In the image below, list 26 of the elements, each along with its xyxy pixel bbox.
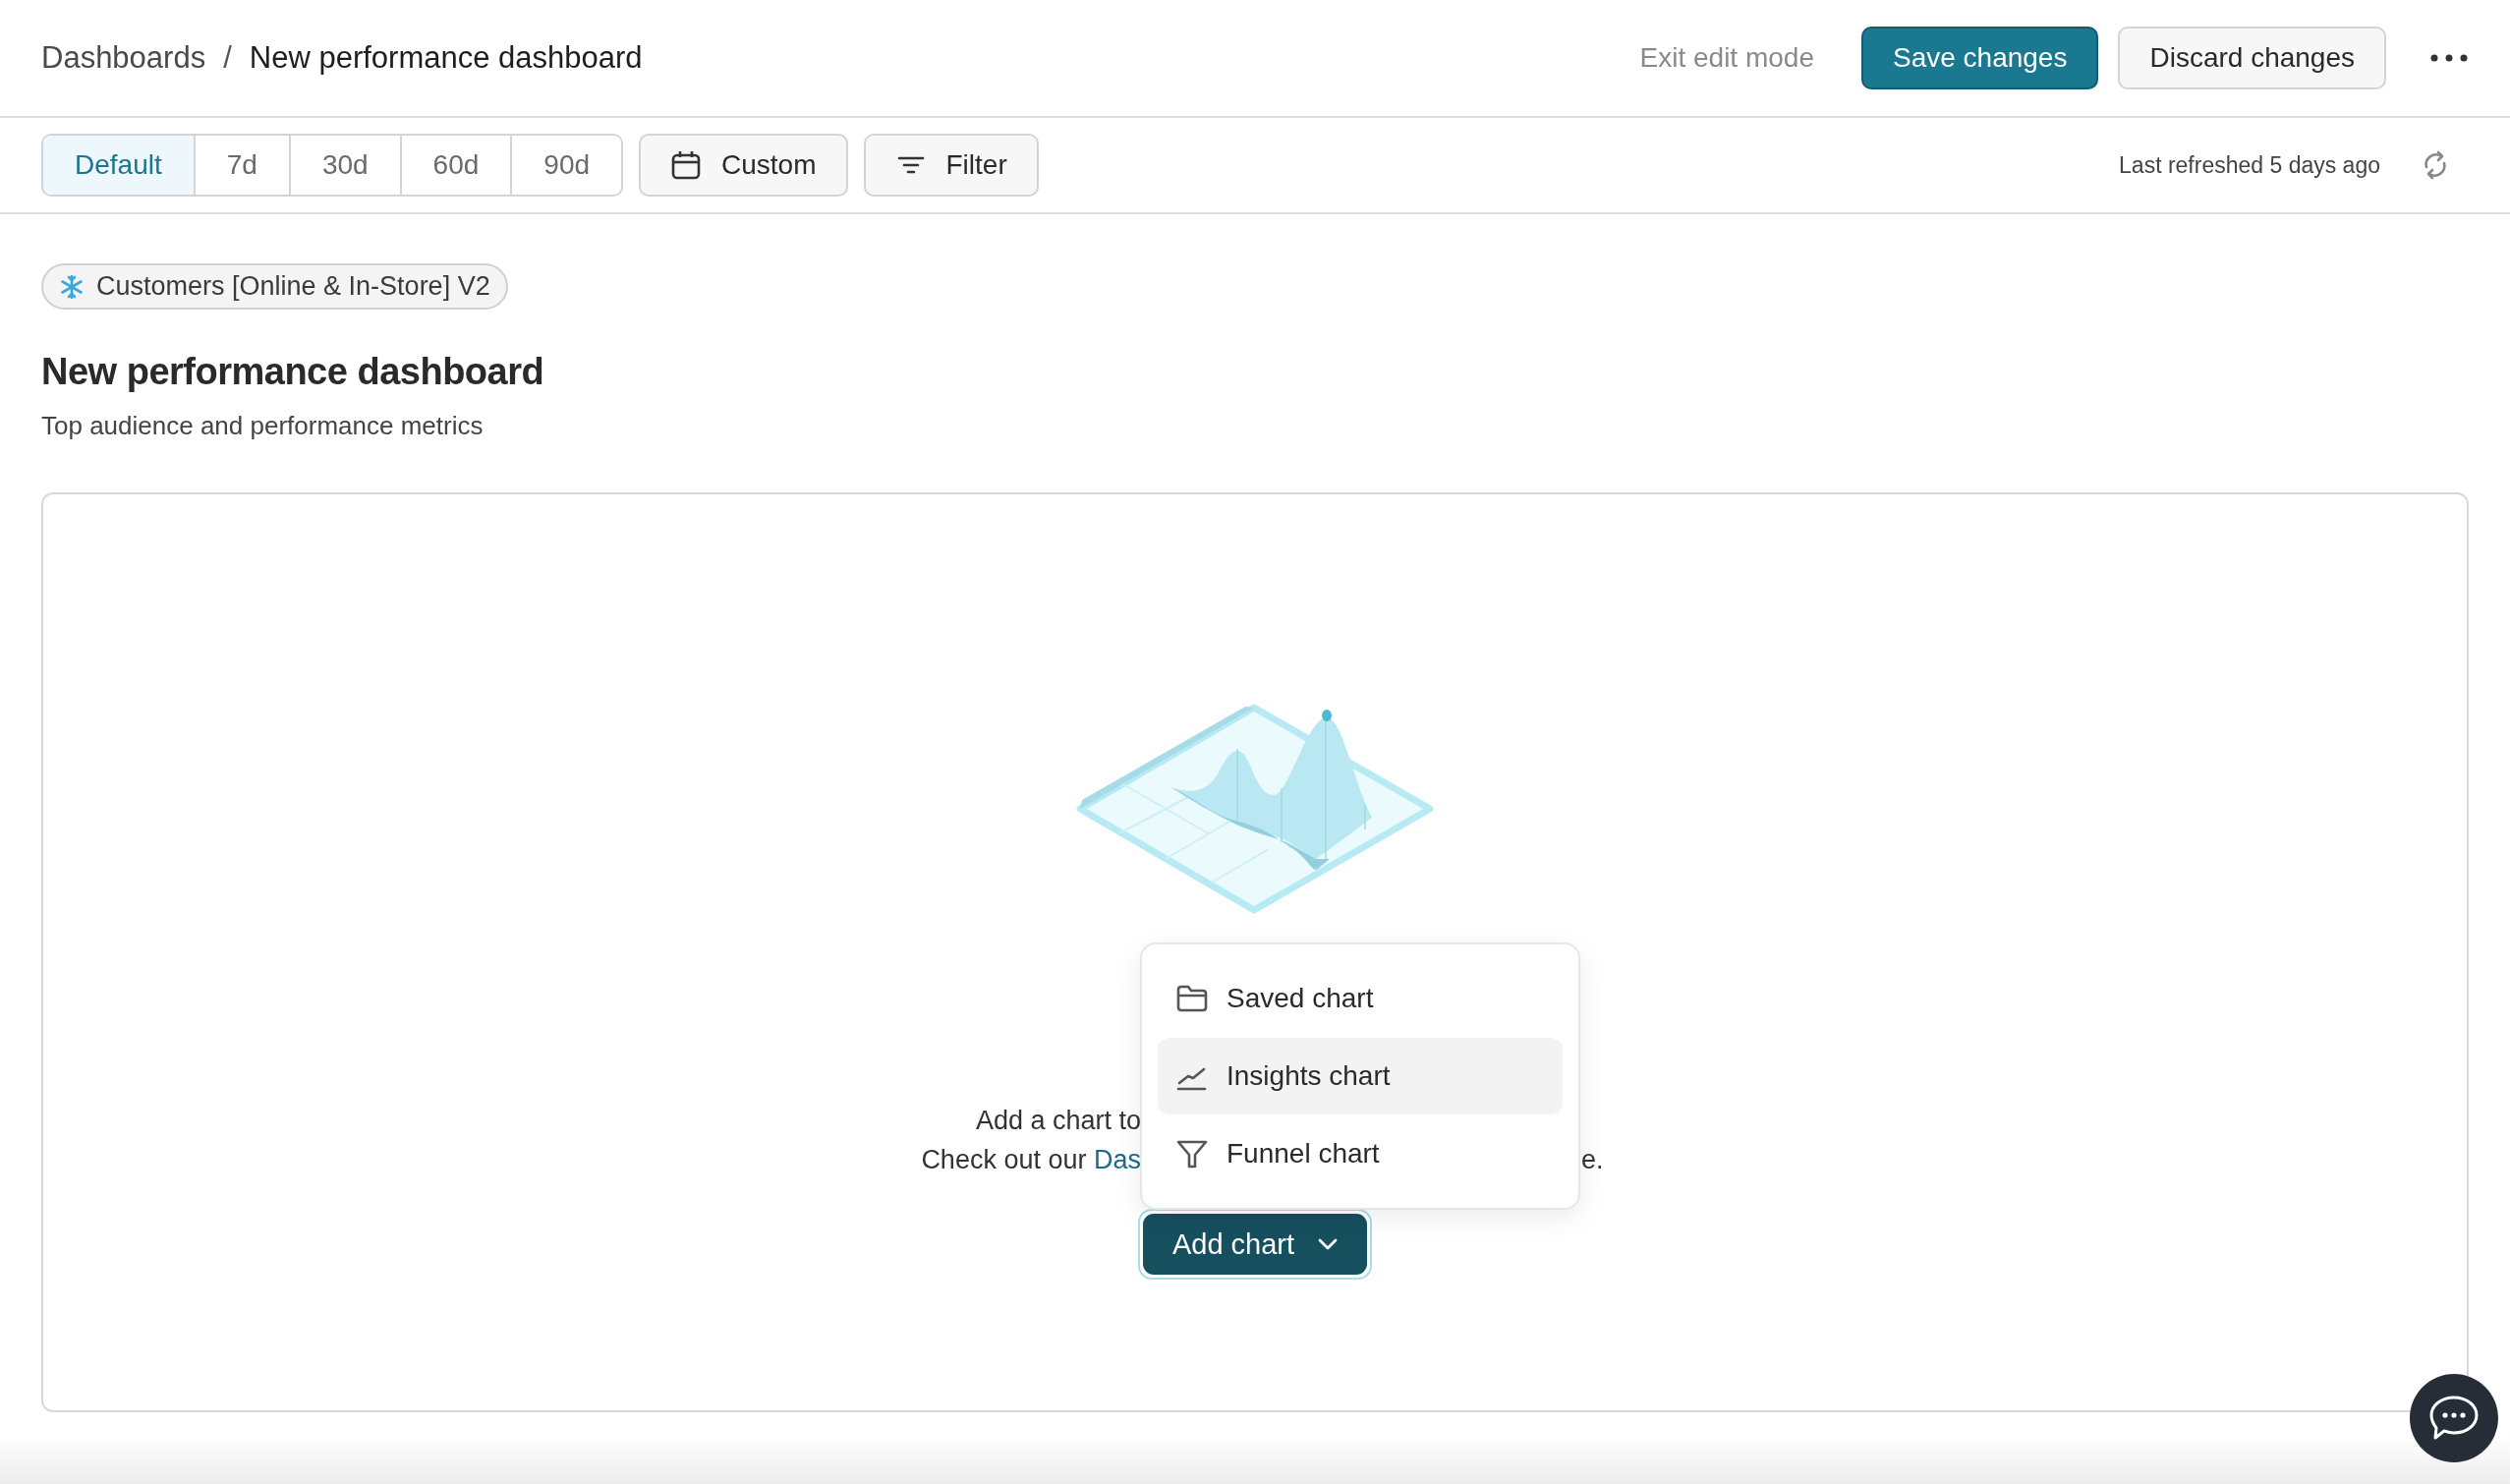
dataset-name: Customers [Online & In-Store] V2 [96, 271, 490, 302]
calendar-icon [670, 149, 703, 181]
dataset-chip[interactable]: Customers [Online & In-Store] V2 [41, 263, 508, 310]
add-chart-button[interactable]: Add chart [1142, 1214, 1368, 1275]
chevron-down-icon [1318, 1238, 1339, 1250]
breadcrumb-link[interactable]: Dashboards [41, 40, 206, 76]
last-refreshed-text: Last refreshed 5 days ago [2119, 151, 2380, 179]
menu-item[interactable]: Insights chart [1158, 1038, 1563, 1114]
filter-button[interactable]: Filter [863, 134, 1039, 197]
snowflake-icon [59, 273, 85, 300]
save-button[interactable]: Save changes [1860, 27, 2099, 89]
docs-link[interactable]: Das [1094, 1145, 1141, 1174]
empty-state-text: Add a chart to [974, 1105, 1141, 1137]
custom-range-button[interactable]: Custom [639, 134, 848, 197]
breadcrumb-current: New performance dashboard [249, 40, 643, 76]
discard-button[interactable]: Discard changes [2118, 27, 2386, 89]
empty-state-text: Check out our [921, 1145, 1087, 1174]
breadcrumb-separator: / [223, 40, 232, 76]
dashboard-subtitle: Top audience and performance metrics [41, 411, 485, 441]
more-icon[interactable] [2429, 53, 2469, 63]
menu-item[interactable]: Funnel chart [1158, 1115, 1563, 1192]
empty-state-text: e. [1581, 1144, 1605, 1176]
date-range-tab[interactable]: 90d [510, 136, 622, 195]
dashboard-title: New performance dashboard [41, 351, 545, 393]
menu-item[interactable]: Saved chart [1158, 960, 1563, 1037]
date-range-tab[interactable]: Default [43, 136, 194, 195]
